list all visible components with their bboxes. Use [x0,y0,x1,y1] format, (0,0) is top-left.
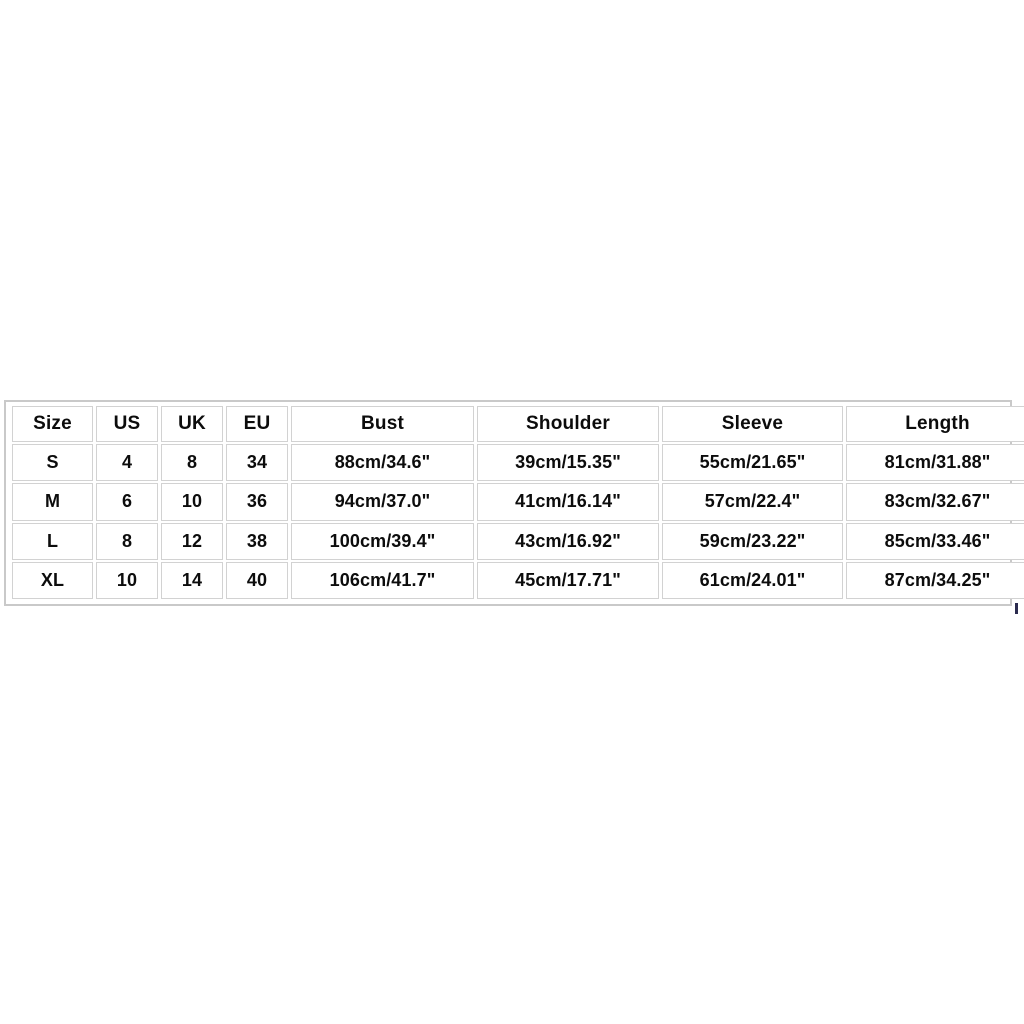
cell-shoulder: 45cm/17.71" [477,561,659,599]
cell-eu: 36 [226,483,288,521]
cell-sleeve: 61cm/24.01" [662,561,843,599]
header-cell-bust: Bust [291,406,474,442]
header-cell-size: Size [12,406,93,442]
table-row: M 6 10 36 94cm/37.0" 41cm/16.14" 57cm/22… [12,483,1024,521]
cell-eu: 38 [226,522,288,560]
cell-uk: 10 [161,483,223,521]
cell-shoulder: 43cm/16.92" [477,522,659,560]
size-chart-table: Size US UK EU Bust Shoulder Sleeve Lengt… [9,404,1024,601]
cell-size: M [12,483,93,521]
cell-length: 87cm/34.25" [846,561,1024,599]
cell-bust: 94cm/37.0" [291,483,474,521]
cell-size: L [12,522,93,560]
cell-bust: 106cm/41.7" [291,561,474,599]
header-cell-length: Length [846,406,1024,442]
cell-bust: 100cm/39.4" [291,522,474,560]
cell-eu: 40 [226,561,288,599]
table-body: S 4 8 34 88cm/34.6" 39cm/15.35" 55cm/21.… [12,444,1024,599]
stray-tick-mark [1015,603,1018,614]
cell-shoulder: 39cm/15.35" [477,444,659,482]
cell-length: 85cm/33.46" [846,522,1024,560]
cell-sleeve: 55cm/21.65" [662,444,843,482]
cell-length: 83cm/32.67" [846,483,1024,521]
cell-uk: 8 [161,444,223,482]
cell-sleeve: 57cm/22.4" [662,483,843,521]
size-chart-frame: Size US UK EU Bust Shoulder Sleeve Lengt… [4,400,1024,606]
table-row: L 8 12 38 100cm/39.4" 43cm/16.92" 59cm/2… [12,522,1024,560]
cell-us: 6 [96,483,158,521]
cell-us: 8 [96,522,158,560]
cell-shoulder: 41cm/16.14" [477,483,659,521]
header-cell-sleeve: Sleeve [662,406,843,442]
header-cell-eu: EU [226,406,288,442]
cell-us: 10 [96,561,158,599]
table-row: S 4 8 34 88cm/34.6" 39cm/15.35" 55cm/21.… [12,444,1024,482]
header-cell-us: US [96,406,158,442]
cell-size: XL [12,561,93,599]
cell-us: 4 [96,444,158,482]
table-header: Size US UK EU Bust Shoulder Sleeve Lengt… [12,406,1024,442]
cell-uk: 14 [161,561,223,599]
cell-eu: 34 [226,444,288,482]
table-row: XL 10 14 40 106cm/41.7" 45cm/17.71" 61cm… [12,561,1024,599]
cell-bust: 88cm/34.6" [291,444,474,482]
table-header-row: Size US UK EU Bust Shoulder Sleeve Lengt… [12,406,1024,442]
cell-length: 81cm/31.88" [846,444,1024,482]
cell-uk: 12 [161,522,223,560]
header-cell-uk: UK [161,406,223,442]
cell-size: S [12,444,93,482]
cell-sleeve: 59cm/23.22" [662,522,843,560]
header-cell-shoulder: Shoulder [477,406,659,442]
